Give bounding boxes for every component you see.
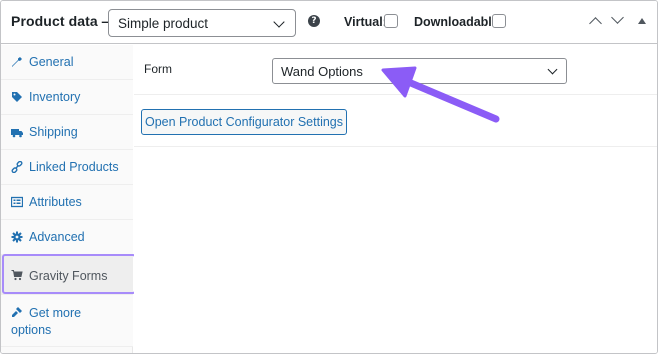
panel-title: Product data — — [11, 13, 116, 29]
tab-label: Advanced — [29, 230, 85, 244]
tab-shipping[interactable]: Shipping — [1, 115, 133, 150]
tab-linked-products[interactable]: Linked Products — [1, 150, 133, 185]
wrench-icon — [11, 56, 23, 68]
product-data-tabs: General Inventory Shipping Linked Produc… — [1, 45, 133, 353]
virtual-label: Virtual: — [344, 15, 387, 29]
annotation-arrow-icon — [381, 66, 500, 123]
tab-label: Linked Products — [29, 160, 119, 174]
product-data-header: Product data — Simple product ? Virtual:… — [1, 1, 657, 44]
list-icon — [10, 196, 24, 208]
downloadable-label: Downloadable: — [414, 15, 503, 29]
help-icon[interactable]: ? — [308, 15, 320, 27]
tab-get-more-options[interactable]: Get more options — [1, 295, 133, 347]
product-data-panel: Product data — Simple product ? Virtual:… — [0, 0, 658, 354]
tab-inventory[interactable]: Inventory — [1, 80, 133, 115]
product-type-select[interactable]: Simple product — [108, 9, 296, 37]
gear-icon — [11, 231, 23, 243]
tab-general[interactable]: General — [1, 45, 133, 80]
tag-icon — [11, 91, 23, 103]
gravity-forms-highlight — [2, 254, 136, 294]
tab-label: Attributes — [29, 195, 82, 209]
form-label: Form — [144, 62, 172, 76]
truck-icon — [11, 126, 23, 138]
move-down-icon[interactable] — [611, 11, 624, 24]
tab-label: Inventory — [29, 90, 81, 104]
virtual-checkbox[interactable] — [384, 14, 398, 28]
tab-label: Shipping — [29, 125, 78, 139]
product-type-value: Simple product — [118, 16, 209, 31]
toggle-panel-icon[interactable] — [638, 18, 646, 24]
link-icon — [11, 160, 23, 174]
tab-advanced[interactable]: Advanced — [1, 220, 133, 255]
tab-label: General — [29, 55, 74, 69]
move-up-icon[interactable] — [589, 17, 602, 30]
chevron-down-icon — [273, 16, 285, 28]
open-configurator-button[interactable]: Open Product Configurator Settings — [141, 109, 347, 135]
chevron-down-icon — [547, 64, 558, 75]
downloadable-checkbox[interactable] — [492, 14, 506, 28]
form-select-value: Wand Options — [281, 64, 363, 79]
tab-label: Get more options — [11, 306, 82, 337]
tab-attributes[interactable]: Attributes — [1, 185, 133, 220]
